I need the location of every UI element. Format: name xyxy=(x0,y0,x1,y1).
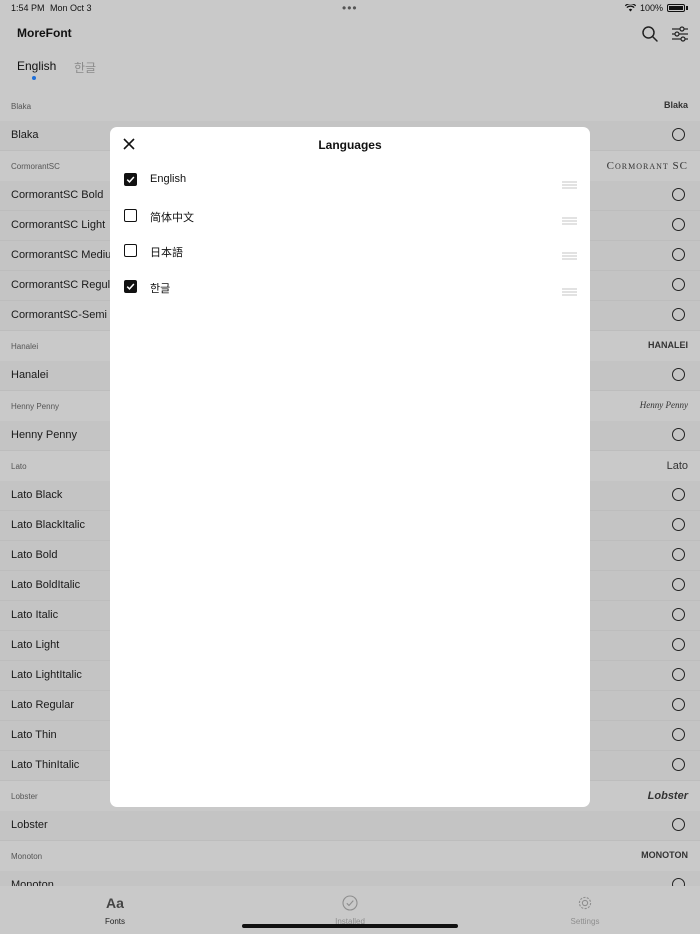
section-name: Lobster xyxy=(11,792,38,801)
wifi-icon xyxy=(624,4,636,12)
language-checkbox[interactable] xyxy=(124,208,137,222)
tab-english[interactable]: English xyxy=(17,59,56,73)
nav-bar: MoreFont xyxy=(0,18,700,50)
language-row[interactable]: 日本語 xyxy=(110,236,590,266)
font-name: Lato LightItalic xyxy=(11,669,82,681)
battery-icon xyxy=(667,4,685,12)
install-radio[interactable] xyxy=(672,698,685,711)
section-preview: Lobster xyxy=(647,790,688,802)
install-radio[interactable] xyxy=(672,188,685,201)
language-checkbox[interactable] xyxy=(124,173,137,186)
status-date: Mon Oct 3 xyxy=(50,3,92,13)
section-preview: Henny Penny xyxy=(639,400,688,410)
filter-sliders-icon[interactable] xyxy=(671,25,689,43)
section-name: Hanalei xyxy=(11,342,39,351)
section-preview: HANALEI xyxy=(648,340,688,350)
install-radio[interactable] xyxy=(672,578,685,591)
install-radio[interactable] xyxy=(672,248,685,261)
checkmark-circle-icon xyxy=(310,894,390,912)
install-radio[interactable] xyxy=(672,428,685,441)
section-header: Blaka Blaka xyxy=(0,94,700,121)
tab-fonts[interactable]: Aa Fonts xyxy=(75,894,155,926)
tab-fonts-label: Fonts xyxy=(104,917,125,926)
font-name: Lato Italic xyxy=(11,609,59,621)
install-radio[interactable] xyxy=(672,668,685,681)
install-radio[interactable] xyxy=(672,608,685,621)
tab-korean[interactable]: 한글 xyxy=(74,59,96,76)
language-checkbox[interactable] xyxy=(124,244,137,257)
section-preview: Cormorant SC xyxy=(606,160,688,172)
app-title: MoreFont xyxy=(17,26,72,40)
language-label: 简体中文 xyxy=(150,211,194,224)
drag-handle-icon[interactable] xyxy=(562,176,577,189)
font-name: CormorantSC-Semi xyxy=(11,309,107,321)
install-radio[interactable] xyxy=(672,518,685,531)
section-name: Blaka xyxy=(11,102,32,111)
install-radio[interactable] xyxy=(672,308,685,321)
font-name: Lato Regular xyxy=(11,699,74,711)
font-name: CormorantSC Light xyxy=(11,219,106,231)
font-name: Lato ThinItalic xyxy=(11,759,80,771)
font-name: Lato Bold xyxy=(11,549,58,561)
install-radio[interactable] xyxy=(672,488,685,501)
languages-modal: Languages English 简体中文日本語 한글 xyxy=(110,127,590,807)
search-icon[interactable] xyxy=(641,25,659,43)
font-name: Lato BlackItalic xyxy=(11,519,85,531)
multitasking-dots-icon[interactable]: ••• xyxy=(342,1,358,15)
install-radio[interactable] xyxy=(672,548,685,561)
install-radio[interactable] xyxy=(672,128,685,141)
section-header: Monoton MONOTON xyxy=(0,844,700,871)
font-name: Hanalei xyxy=(11,369,49,381)
font-name: Lobster xyxy=(11,819,48,831)
install-radio[interactable] xyxy=(672,218,685,231)
tab-settings-label: Settings xyxy=(570,917,600,926)
font-name: CormorantSC Bold xyxy=(11,189,104,201)
drag-handle-icon[interactable] xyxy=(562,212,577,224)
status-bar: 1:54 PM Mon Oct 3 ••• 100% xyxy=(0,0,700,18)
tab-settings[interactable]: Settings xyxy=(545,894,625,926)
install-radio[interactable] xyxy=(672,638,685,651)
section-name: Lato xyxy=(11,462,27,471)
language-row[interactable]: English xyxy=(110,165,590,195)
section-name: Monoton xyxy=(11,852,43,861)
status-right: 100% xyxy=(624,3,688,13)
home-indicator[interactable] xyxy=(242,924,458,928)
language-row[interactable]: 简体中文 xyxy=(110,201,590,231)
install-radio[interactable] xyxy=(672,728,685,741)
status-time: 1:54 PM xyxy=(11,3,45,13)
install-radio[interactable] xyxy=(672,758,685,771)
gear-icon xyxy=(545,894,625,912)
font-name: Lato Light xyxy=(11,639,60,651)
font-name: CormorantSC Mediu xyxy=(11,249,112,261)
language-checkbox[interactable] xyxy=(124,279,137,293)
language-label: English xyxy=(150,173,187,185)
install-radio[interactable] xyxy=(672,368,685,381)
section-preview: Lato xyxy=(666,460,688,472)
install-radio[interactable] xyxy=(672,818,685,831)
drag-handle-icon[interactable] xyxy=(562,247,577,260)
font-name: CormorantSC Regul xyxy=(11,279,111,291)
battery-percent: 100% xyxy=(639,3,663,13)
active-tab-indicator xyxy=(32,76,36,80)
drag-handle-icon[interactable] xyxy=(562,283,577,295)
font-row[interactable]: Lobster xyxy=(0,811,700,841)
section-preview: Blaka xyxy=(663,100,688,110)
battery-tip xyxy=(686,6,688,10)
section-name: CormorantSC xyxy=(11,162,60,171)
fonts-aa-icon: Aa xyxy=(106,895,124,911)
install-radio[interactable] xyxy=(672,278,685,291)
font-name: Lato Black xyxy=(11,489,63,501)
font-name: Lato Thin xyxy=(11,729,57,741)
language-label: 日本語 xyxy=(150,247,183,259)
section-preview: MONOTON xyxy=(641,850,688,860)
language-row[interactable]: 한글 xyxy=(110,272,590,302)
font-name: Lato BoldItalic xyxy=(11,579,81,591)
language-label: 한글 xyxy=(150,282,171,295)
tab-installed[interactable]: Installed xyxy=(310,894,390,926)
language-tabs: English 한글 xyxy=(0,50,700,86)
font-name: Blaka xyxy=(11,129,39,141)
modal-title: Languages xyxy=(318,138,382,152)
section-name: Henny Penny xyxy=(11,402,60,411)
font-name: Henny Penny xyxy=(11,429,78,441)
